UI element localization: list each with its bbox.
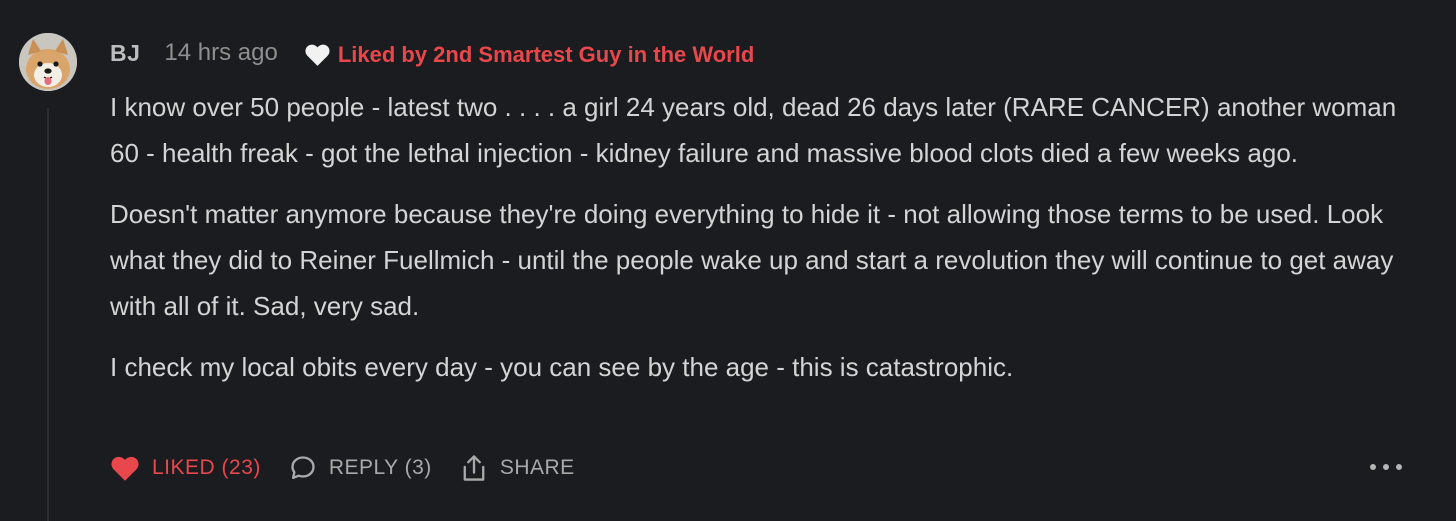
share-icon	[463, 455, 485, 481]
like-label: LIKED (23)	[152, 456, 261, 479]
reply-button[interactable]: REPLY (3)	[289, 454, 432, 482]
like-button[interactable]: LIKED (23)	[110, 455, 261, 482]
liked-by-badge: Liked by 2nd Smartest Guy in the World	[304, 42, 754, 68]
comment-actions: LIKED (23) REPLY (3) SHARE	[110, 448, 603, 488]
share-button[interactable]: SHARE	[460, 453, 575, 483]
dog-avatar-icon	[19, 33, 77, 91]
more-icon-dot	[1383, 464, 1389, 470]
comment-timestamp[interactable]: 14 hrs ago	[164, 39, 277, 67]
more-options-button[interactable]	[1370, 455, 1402, 479]
comment: BJ 14 hrs ago Liked by 2nd Smartest Guy …	[0, 0, 1456, 521]
author-name[interactable]: BJ	[110, 40, 140, 67]
liked-by-text: Liked by 2nd Smartest Guy in the World	[337, 42, 755, 67]
thread-line	[47, 108, 49, 521]
comment-paragraph: I check my local obits every day - you c…	[110, 352, 1014, 382]
more-icon-dot	[1370, 464, 1376, 470]
speech-bubble-icon	[291, 456, 315, 480]
heart-icon	[305, 44, 330, 66]
comment-paragraph: Doesn't matter anymore because they're d…	[110, 199, 1394, 321]
share-label: SHARE	[499, 456, 575, 479]
comment-body: I know over 50 people - latest two . . .…	[110, 84, 1410, 405]
user-avatar[interactable]	[19, 33, 77, 91]
comment-header: BJ 14 hrs ago Liked by 2nd Smartest Guy …	[110, 36, 754, 70]
reply-label: REPLY (3)	[328, 456, 432, 479]
comment-paragraph: I know over 50 people - latest two . . .…	[110, 92, 1397, 168]
more-icon-dot	[1396, 464, 1402, 470]
heart-filled-icon	[111, 456, 139, 481]
